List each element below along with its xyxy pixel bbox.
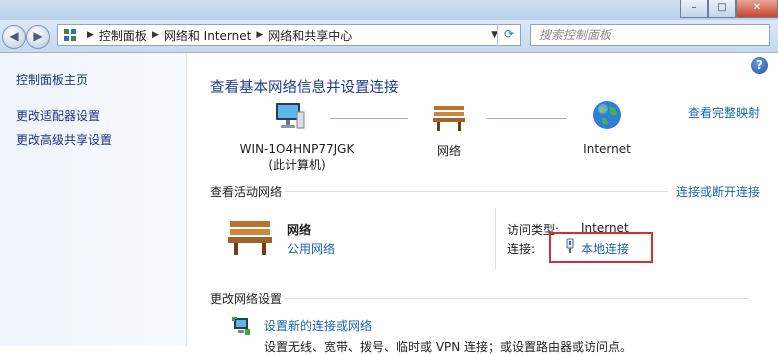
window-controls: – □ ✕ (680, 0, 778, 18)
chevron-right-icon[interactable]: ▶ (87, 30, 94, 40)
sidebar-item-advanced-sharing[interactable]: 更改高级共享设置 (16, 131, 112, 148)
breadcrumb-network-internet[interactable]: 网络和 Internet (164, 27, 251, 44)
address-box[interactable]: ▶ 控制面板 ▶ 网络和 Internet ▶ 网络和共享中心 ▼ (57, 24, 521, 46)
minimize-button[interactable]: – (680, 0, 708, 18)
view-full-map-link[interactable]: 查看完整映射 (688, 104, 760, 121)
refresh-button[interactable]: ⟳ (497, 24, 520, 46)
main-content: ? 查看基本网络信息并设置连接 查看完整映射 WIN-1O4HNP77JGK (… (187, 53, 778, 354)
sidebar-item-home[interactable]: 控制面板主页 (16, 71, 88, 88)
bench-icon (433, 106, 465, 131)
connection-line (487, 118, 567, 120)
computer-sub: (此计算机) (268, 158, 326, 172)
forward-button[interactable]: ▶ (26, 25, 50, 49)
setup-connection-link[interactable]: 设置新的连接或网络 (264, 317, 372, 334)
active-networks-header: 查看活动网络 (210, 185, 283, 199)
refresh-icon: ⟳ (503, 27, 515, 41)
back-button[interactable]: ◀ (2, 25, 26, 49)
left-nav-pane: 控制面板主页 更改适配器设置 更改高级共享设置 (0, 53, 187, 346)
help-icon: ? (756, 58, 763, 72)
page-title: 查看基本网络信息并设置连接 (210, 80, 399, 96)
back-arrow-icon: ◀ (9, 29, 19, 43)
change-settings-header: 更改网络设置 (210, 292, 283, 306)
breadcrumb: ▶ 控制面板 ▶ 网络和 Internet ▶ 网络和共享中心 (58, 25, 352, 45)
breadcrumb-control-panel[interactable]: 控制面板 (99, 27, 147, 44)
forward-arrow-icon: ▶ (33, 29, 43, 43)
chevron-right-icon[interactable]: ▶ (256, 30, 263, 40)
highlight-box (549, 232, 653, 263)
divider (285, 191, 668, 192)
control-panel-icon (64, 29, 76, 41)
chevron-right-icon[interactable]: ▶ (152, 30, 159, 40)
computer-icon (276, 103, 305, 129)
connection-label: 连接: (507, 242, 536, 256)
new-connection-icon (232, 317, 250, 335)
search-input[interactable]: 搜索控制面板 (530, 24, 770, 46)
connect-disconnect-link[interactable]: 连接或断开连接 (676, 183, 760, 200)
computer-name: WIN-1O4HNP77JGK (239, 142, 355, 156)
connection-line (330, 118, 408, 120)
network-type-link[interactable]: 公用网络 (287, 240, 335, 257)
bench-icon (228, 221, 272, 255)
breadcrumb-network-sharing[interactable]: 网络和共享中心 (268, 27, 352, 44)
setup-connection-desc: 设置无线、宽带、拨号、临时或 VPN 连接；或设置路由器或访问点。 (264, 340, 633, 354)
computer-node-label[interactable]: WIN-1O4HNP77JGK (此计算机) (227, 142, 367, 173)
active-network-name: 网络 (287, 223, 312, 237)
help-button[interactable]: ? (751, 57, 768, 74)
maximize-button[interactable]: □ (708, 0, 736, 18)
vertical-divider (495, 208, 496, 270)
internet-node-label[interactable]: Internet (567, 142, 647, 156)
address-bar: ◀ ▶ ▶ 控制面板 ▶ 网络和 Internet ▶ 网络和共享中心 ▼ ⟳ … (0, 20, 778, 53)
sidebar-item-adapter-settings[interactable]: 更改适配器设置 (16, 107, 100, 124)
network-node-label[interactable]: 网络 (423, 142, 475, 159)
close-button[interactable]: ✕ (736, 0, 778, 18)
divider (285, 298, 748, 299)
globe-icon (593, 101, 621, 129)
title-bar: – □ ✕ (0, 0, 778, 20)
